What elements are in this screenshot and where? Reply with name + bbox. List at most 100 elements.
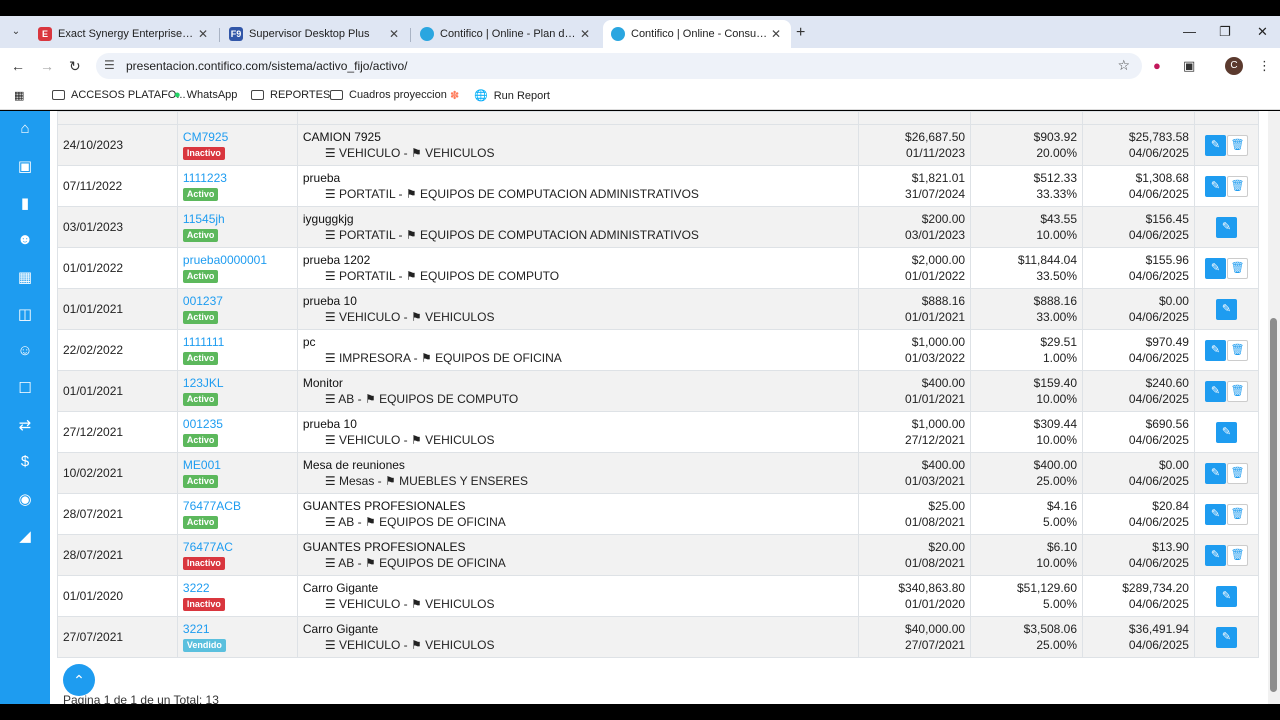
delete-button[interactable]: 🗑 <box>1226 544 1248 566</box>
close-tab-icon[interactable]: ✕ <box>578 27 592 41</box>
delete-button[interactable]: 🗑 <box>1226 503 1248 525</box>
depreciation-rate: 10.00% <box>1036 556 1078 570</box>
chart-area-icon[interactable]: ◢ <box>0 527 50 545</box>
edit-button[interactable]: ✎ <box>1204 339 1226 361</box>
tab-supervisor-desktop[interactable]: F9 Supervisor Desktop Plus ✕ <box>221 20 409 48</box>
cost-value: $1,821.01 <box>911 171 966 185</box>
edit-button[interactable]: ✎ <box>1204 503 1226 525</box>
scroll-top-button[interactable]: ⌃ <box>63 664 95 696</box>
asset-code-link[interactable]: 001237 <box>183 294 292 309</box>
edit-button[interactable]: ✎ <box>1204 544 1226 566</box>
asset-code-link[interactable]: 76477ACB <box>183 499 292 514</box>
asset-code-cell: 76477ACB Activo <box>176 493 298 535</box>
globe-icon: 🌐 <box>474 90 488 102</box>
url-bar[interactable]: ☰ presentacion.contifico.com/sistema/act… <box>96 53 1142 79</box>
monitor-icon[interactable]: ▣ <box>0 157 50 175</box>
close-tab-icon[interactable]: ✕ <box>769 27 783 41</box>
asset-code-link[interactable]: ME001 <box>183 458 292 473</box>
profile-avatar[interactable]: C <box>1225 57 1243 75</box>
edit-button[interactable]: ✎ <box>1204 134 1226 156</box>
edit-button[interactable]: ✎ <box>1215 585 1237 607</box>
dollar-icon[interactable]: $ <box>0 453 50 470</box>
asset-code-link[interactable]: 123JKL <box>183 376 292 391</box>
asset-code-link[interactable]: prueba0000001 <box>183 253 292 268</box>
tab-contifico-consultar[interactable]: Contifico | Online - Consultar A ✕ <box>603 20 791 48</box>
asset-category: ☰ PORTATIL - ⚑ EQUIPOS DE COMPUTO <box>303 268 853 284</box>
tab-search-chevron-icon[interactable]: ⌄ <box>8 24 24 40</box>
tab-contifico-plan[interactable]: Contifico | Online - Plan de Cue ✕ <box>412 20 600 48</box>
close-tab-icon[interactable]: ✕ <box>196 27 210 41</box>
apps-grid-icon[interactable]: ▦ <box>14 89 24 102</box>
actions-cell: ✎ <box>1193 616 1260 658</box>
depreciation-rate: 5.00% <box>1043 597 1078 611</box>
close-window-icon[interactable]: ✕ <box>1257 24 1268 40</box>
book-value-cell: $20.84 04/06/2025 <box>1082 493 1195 535</box>
puzzle-extensions-icon[interactable]: ▣ <box>1183 58 1195 74</box>
edit-button[interactable]: ✎ <box>1204 462 1226 484</box>
money-bag-icon[interactable]: ◉ <box>0 490 50 508</box>
asset-description-cell: GUANTES PROFESIONALES ☰ AB - ⚑ EQUIPOS DE… <box>296 493 860 535</box>
hubspot-icon[interactable]: ✽ <box>450 89 459 102</box>
restore-icon[interactable]: ❐ <box>1219 24 1231 40</box>
bookmark-accesos[interactable]: ACCESOS PLATAFO... <box>52 89 186 101</box>
delete-button[interactable]: 🗑 <box>1226 257 1248 279</box>
bookmark-cuadros[interactable]: Cuadros proyeccion <box>330 89 447 101</box>
delete-button[interactable]: 🗑 <box>1226 175 1248 197</box>
delete-button[interactable]: 🗑 <box>1226 339 1248 361</box>
bookmark-whatsapp[interactable]: ● WhatsApp <box>174 89 237 101</box>
edit-button[interactable]: ✎ <box>1215 298 1237 320</box>
asset-code-link[interactable]: 1111111 <box>183 335 292 350</box>
users-icon[interactable]: ☻ <box>0 231 50 248</box>
close-tab-icon[interactable]: ✕ <box>387 27 401 41</box>
site-info-icon[interactable]: ☰ <box>104 58 115 72</box>
minimize-icon[interactable]: — <box>1183 24 1196 39</box>
asset-description-cell: prueba ☰ PORTATIL - ⚑ EQUIPOS DE COMPUTAC… <box>296 165 860 207</box>
bookmarks-bar: ▦ ACCESOS PLATAFO... ● WhatsApp REPORTES … <box>0 84 1280 110</box>
edit-button[interactable]: ✎ <box>1204 175 1226 197</box>
edit-button[interactable]: ✎ <box>1204 380 1226 402</box>
reload-icon[interactable]: ↻ <box>69 58 81 75</box>
new-tab-plus-icon[interactable]: + <box>796 24 805 42</box>
edit-button[interactable]: ✎ <box>1215 216 1237 238</box>
building-icon[interactable]: ▦ <box>0 268 50 286</box>
asset-code-link[interactable]: 001235 <box>183 417 292 432</box>
delete-button[interactable]: 🗑 <box>1226 134 1248 156</box>
asset-code-link[interactable]: 3222 <box>183 581 292 596</box>
edit-button[interactable]: ✎ <box>1204 257 1226 279</box>
delete-button[interactable]: 🗑 <box>1226 462 1248 484</box>
table-row: 28/07/2021 76477AC Inactivo GUANTES PROFESI… <box>57 534 1260 576</box>
asset-code-link[interactable]: CM7925 <box>183 130 292 145</box>
exchange-icon[interactable]: ⇄ <box>0 416 50 434</box>
edit-button[interactable]: ✎ <box>1215 626 1237 648</box>
edit-button[interactable]: ✎ <box>1215 421 1237 443</box>
clipboard-icon[interactable]: ☐ <box>0 379 50 397</box>
bookmark-star-icon[interactable]: ☆ <box>1117 57 1130 74</box>
depreciation-rate: 1.00% <box>1043 351 1078 365</box>
bookmark-reportes[interactable]: REPORTES <box>251 89 330 101</box>
book-value: $0.00 <box>1158 294 1189 308</box>
asset-name: Carro Gigante <box>302 581 379 595</box>
book-date: 04/06/2025 <box>1128 597 1189 611</box>
home-icon[interactable]: ⌂ <box>0 120 50 137</box>
back-arrow-icon[interactable]: ← <box>11 58 25 74</box>
asset-code-link[interactable]: 1111223 <box>183 171 292 186</box>
kebab-menu-icon[interactable]: ⋮ <box>1258 58 1271 74</box>
category-label: AB - <box>338 515 365 529</box>
asset-code-cell: ME001 Activo <box>176 452 298 494</box>
extension-icon[interactable]: ● <box>1153 58 1161 73</box>
delete-button[interactable]: 🗑 <box>1226 380 1248 402</box>
depreciation-cell: $512.33 33.33% <box>970 165 1084 207</box>
inventory-icon[interactable]: ◫ <box>0 305 50 323</box>
contifico-favicon-icon <box>611 27 625 41</box>
asset-code-link[interactable]: 11545jh <box>183 212 292 227</box>
tab-exact-synergy[interactable]: E Exact Synergy Enterprise - Caro ✕ <box>30 20 218 48</box>
layers-icon: ☰ <box>324 187 336 201</box>
bookmark-run-report[interactable]: 🌐 Run Report <box>474 89 550 103</box>
asset-code-cell: 11545jh Activo <box>176 206 298 248</box>
asset-code-link[interactable]: 3221 <box>183 622 292 637</box>
forward-arrow-icon[interactable]: → <box>40 58 54 74</box>
book-icon[interactable]: ▮ <box>0 194 50 212</box>
scrollbar-thumb[interactable] <box>1270 318 1277 692</box>
group-icon[interactable]: ☺ <box>0 342 50 359</box>
asset-code-link[interactable]: 76477AC <box>183 540 292 555</box>
